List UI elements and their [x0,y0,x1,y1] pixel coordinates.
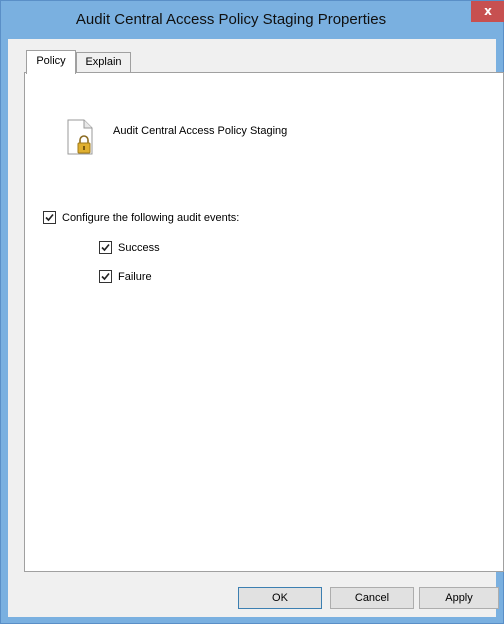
locked-file-icon [60,117,100,157]
title-bar[interactable]: Audit Central Access Policy Staging Prop… [1,1,504,39]
apply-button[interactable]: Apply [419,587,499,609]
failure-option[interactable]: Failure [99,270,152,283]
configure-audit-events-checkbox[interactable] [43,211,56,224]
failure-checkbox[interactable] [99,270,112,283]
tab-policy[interactable]: Policy [26,50,76,74]
window-title: Audit Central Access Policy Staging Prop… [75,11,387,28]
checkmark-icon [101,243,110,252]
properties-dialog: Audit Central Access Policy Staging Prop… [0,0,504,624]
configure-audit-events-label: Configure the following audit events: [62,211,240,224]
policy-name: Audit Central Access Policy Staging [113,125,288,137]
failure-label: Failure [118,270,152,283]
tab-explain-label: Explain [85,56,122,68]
ok-button[interactable]: OK [238,587,322,609]
cancel-button[interactable]: Cancel [330,587,414,609]
tab-explain[interactable]: Explain [76,52,131,72]
success-option[interactable]: Success [99,241,160,254]
checkmark-icon [101,272,110,281]
success-checkbox[interactable] [99,241,112,254]
close-icon: x [484,4,492,18]
policy-tab-panel: Audit Central Access Policy Staging Conf… [24,72,504,572]
tab-policy-label: Policy [36,55,66,67]
configure-audit-events-option[interactable]: Configure the following audit events: [43,211,239,224]
success-label: Success [118,241,160,254]
close-button[interactable]: x [471,1,504,22]
checkmark-icon [45,213,54,222]
dialog-client-area: Policy Explain Audit Central Access Poli… [8,39,504,617]
